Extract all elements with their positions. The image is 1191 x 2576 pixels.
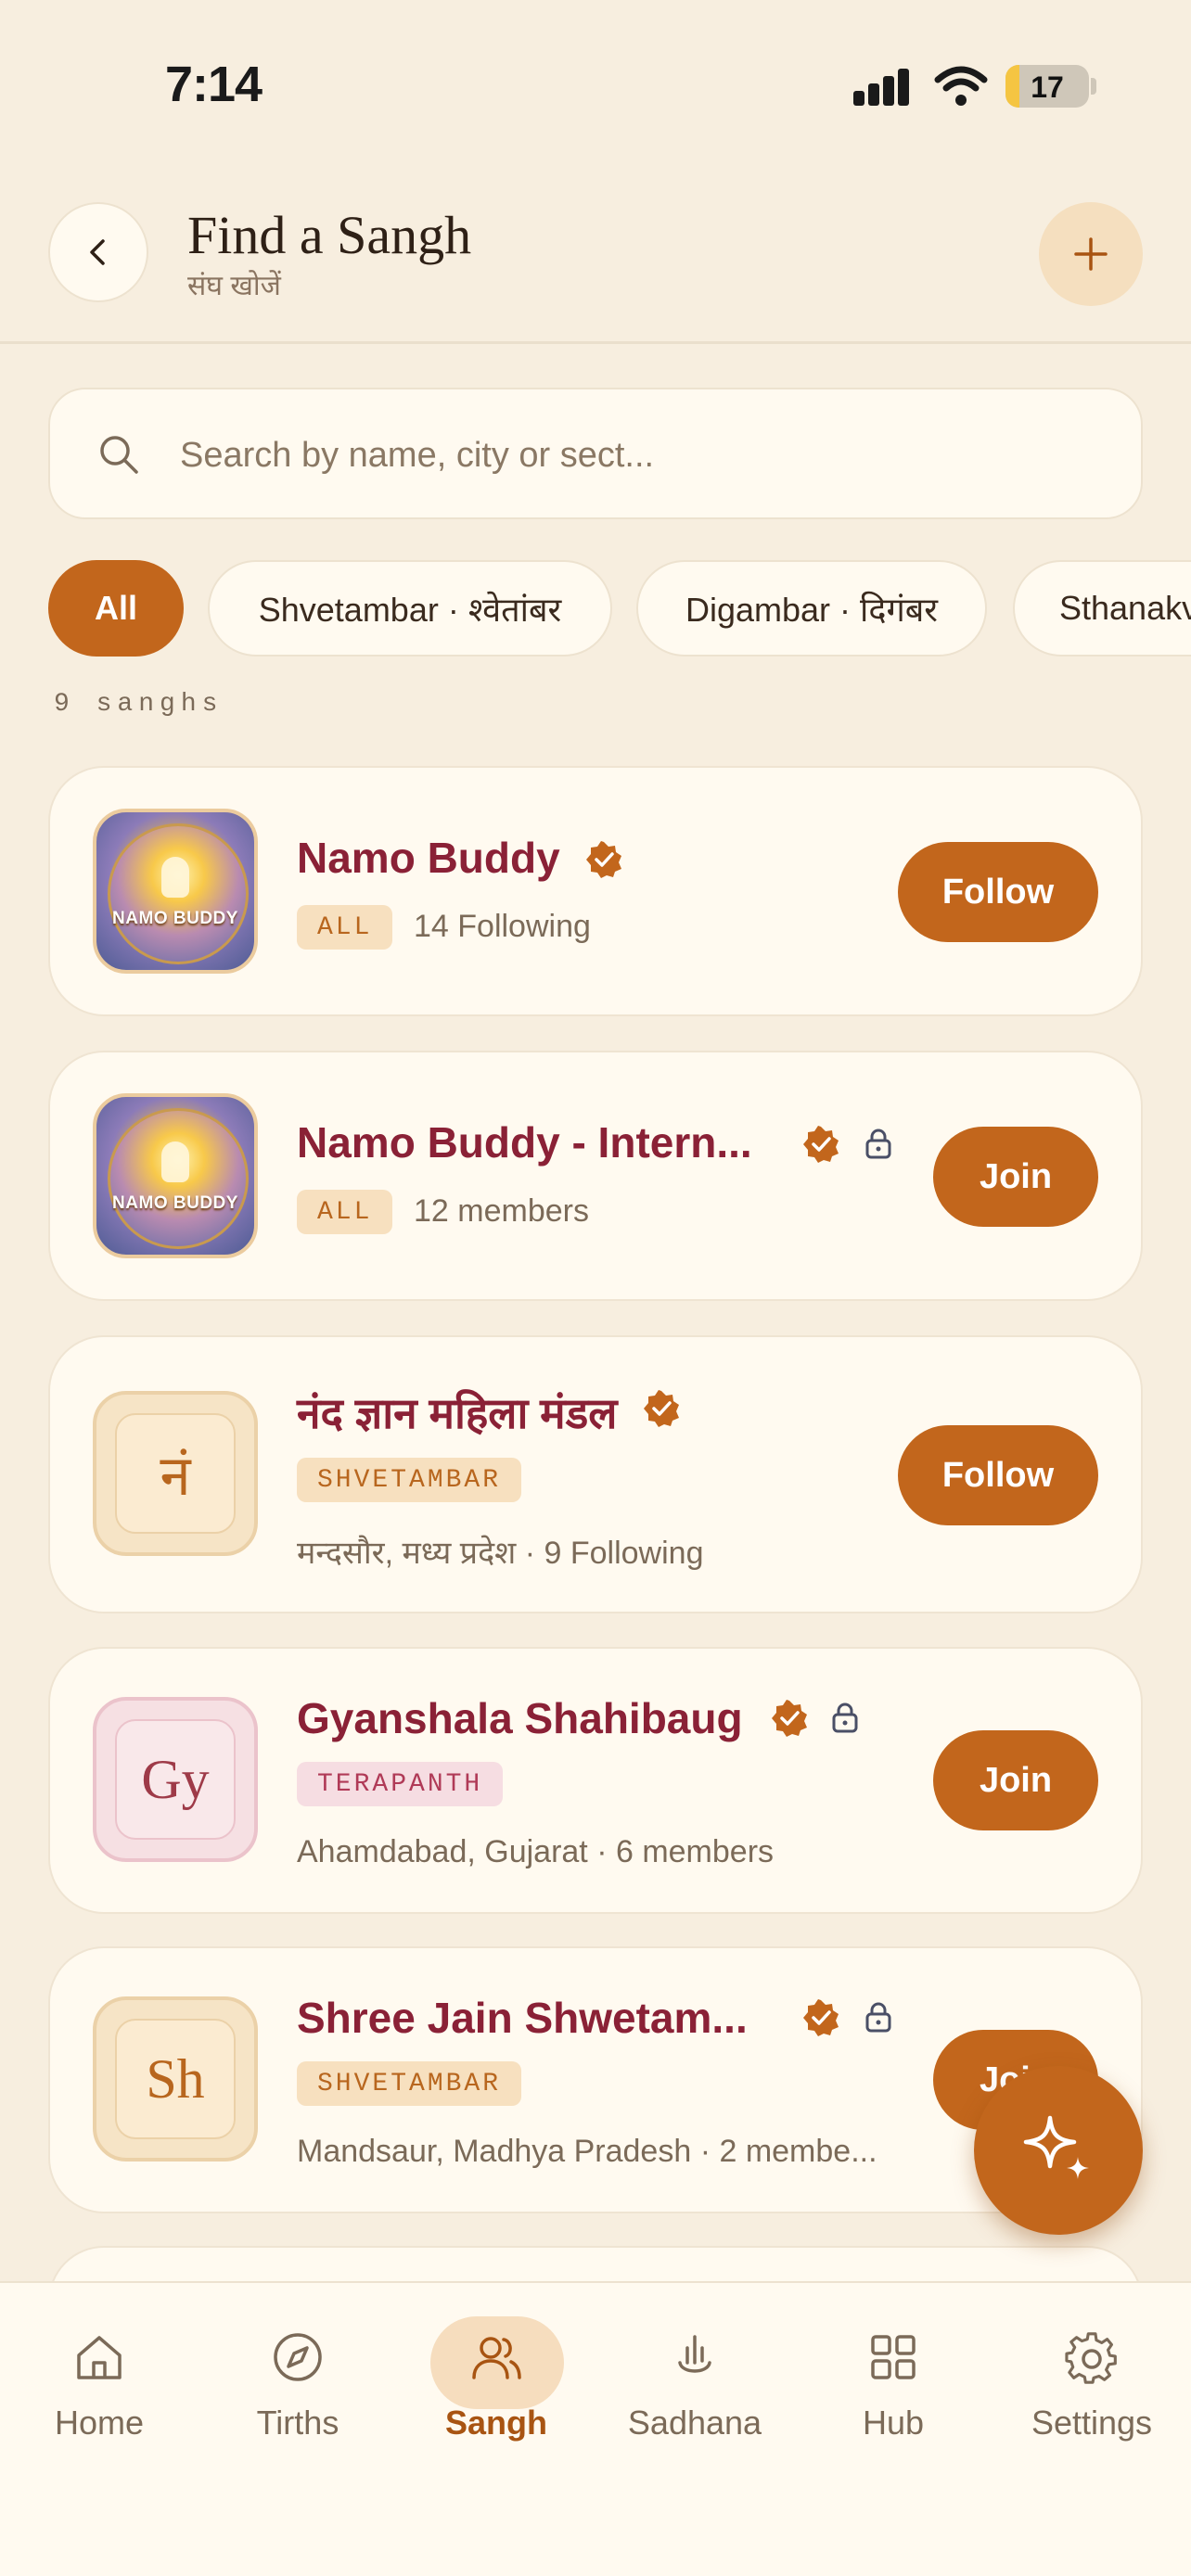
lock-icon [865,2002,891,2033]
page-subtitle: संघ खोजें [187,271,281,301]
sangh-meta: Ahamdabad, Gujarat · 6 members [297,1834,775,1869]
wifi-icon [934,66,988,106]
sect-tag: ALL [297,1190,393,1234]
filter-chip-sthanakvasi[interactable]: Sthanakv [1013,560,1191,657]
sangh-avatar: NAMO BUDDY [93,809,258,974]
nav-label: Settings [1031,2404,1153,2442]
nav-settings[interactable]: Settings [992,2316,1191,2455]
page-title: Find a Sangh [187,205,472,265]
sect-tag: ALL [297,905,393,950]
sect-tag: SHVETAMBAR [297,1458,522,1502]
plus-icon [1074,237,1108,271]
users-icon [472,2337,521,2379]
battery-percentage: 17 [1031,70,1064,104]
sangh-name: Namo Buddy - Intern... [297,1118,752,1167]
avatar-caption: NAMO BUDDY [112,1193,238,1213]
avatar-caption: NAMO BUDDY [112,909,238,928]
sangh-meta: मन्दसौर, मध्य प्रदेश · 9 Following [297,1536,704,1571]
nav-sangh[interactable]: Sangh [397,2316,596,2455]
follow-button[interactable]: Follow [898,1425,1098,1525]
nav-label: Sadhana [627,2404,762,2442]
verified-badge-icon [772,1700,807,1737]
sangh-avatar: Gy [93,1697,258,1862]
verified-badge-icon [803,1126,839,1163]
sangh-meta: 12 members [414,1193,589,1229]
sect-tag: TERAPANTH [297,1762,504,1806]
nav-home[interactable]: Home [0,2316,198,2455]
chevron-left-icon [90,239,105,265]
sect-tag: SHVETAMBAR [297,2061,522,2106]
join-button[interactable]: Join [933,1730,1098,1830]
compass-icon [274,2333,322,2381]
avatar-initial: नं [160,1446,191,1507]
filter-chip-digambar[interactable]: Digambar · दिगंबर [636,560,987,657]
sangh-avatar: नं [93,1391,258,1556]
status-time: 7:14 [165,57,263,112]
verified-badge-icon [586,841,621,878]
add-sangh-button[interactable] [1039,202,1143,306]
nav-hub[interactable]: Hub [794,2316,992,2455]
sangh-name: Namo Buddy [297,834,560,882]
battery-cap [1091,78,1096,95]
battery-indicator: 17 [1005,65,1089,108]
lock-icon [832,1702,858,1733]
sangh-avatar: Sh [93,1996,258,2162]
results-count: 9 sanghs [54,690,224,719]
join-button[interactable]: Join [933,1127,1098,1227]
verified-badge-icon [803,1999,839,2036]
sangh-name: Gyanshala Shahibaug [297,1694,743,1742]
home-icon [77,2336,122,2379]
sangh-avatar: NAMO BUDDY [93,1093,258,1258]
sangh-meta: Mandsaur, Madhya Pradesh · 2 membe... [297,2134,877,2169]
sangh-meta: 14 Following [414,909,591,944]
diya-icon [678,2335,711,2373]
nav-tirths[interactable]: Tirths [198,2316,397,2455]
filter-chip-all[interactable]: All [48,560,184,657]
sangh-name: Shree Jain Shwetam... [297,1994,748,2042]
cellular-signal-icon [853,69,909,106]
nav-label: Hub [862,2404,925,2442]
verified-badge-icon [644,1390,679,1427]
avatar-initial: Gy [141,1748,210,1810]
filter-chip-shvetambar[interactable]: Shvetambar · श्वेतांबर [208,560,612,657]
nav-label: Tirths [256,2404,339,2442]
home-indicator [401,2541,790,2554]
back-button[interactable] [48,202,148,302]
search-icon [100,436,138,474]
nav-sadhana[interactable]: Sadhana [596,2316,794,2455]
nav-label: Sangh [444,2404,547,2442]
gear-icon [1065,2332,1117,2384]
grid-icon [871,2335,916,2379]
nav-label: Home [54,2404,145,2442]
search-input[interactable] [178,423,1091,488]
lock-icon [865,1129,891,1159]
header-divider [0,341,1191,344]
ai-assistant-fab[interactable] [974,2066,1143,2235]
avatar-initial: Sh [146,2047,205,2110]
sangh-name: नंद ज्ञान महिला मंडल [297,1389,618,1437]
sparkle-icon [1023,2115,1089,2179]
follow-button[interactable]: Follow [898,842,1098,942]
